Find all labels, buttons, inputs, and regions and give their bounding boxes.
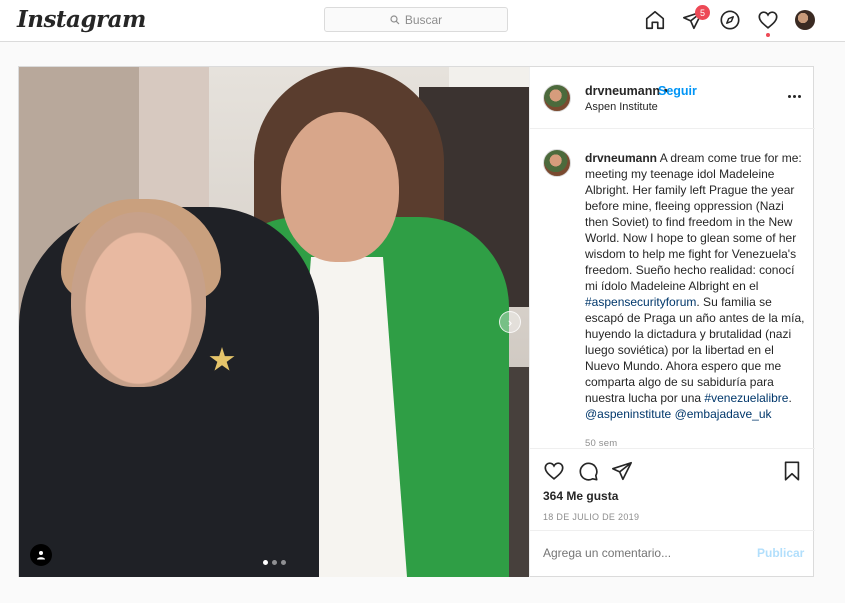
author-username-text[interactable]: drvneumann bbox=[585, 84, 660, 98]
post-card: › drvneumann • Seguir Aspen Institute dr… bbox=[18, 66, 815, 577]
comment-bubble-icon[interactable] bbox=[576, 459, 600, 483]
search-icon bbox=[390, 14, 400, 24]
comment-input[interactable] bbox=[543, 546, 743, 560]
post-header: drvneumann • Seguir Aspen Institute bbox=[530, 67, 815, 129]
photo-person bbox=[71, 212, 206, 387]
carousel-next-button[interactable]: › bbox=[499, 311, 521, 333]
notification-badge: 5 bbox=[695, 5, 710, 20]
more-options-icon[interactable] bbox=[788, 95, 801, 98]
post-date[interactable]: 18 DE JULIO DE 2019 bbox=[543, 512, 639, 522]
carousel-indicator bbox=[263, 560, 286, 565]
tagged-users-button[interactable] bbox=[30, 544, 52, 566]
profile-avatar[interactable] bbox=[795, 10, 815, 30]
like-heart-icon[interactable] bbox=[542, 459, 566, 483]
caption-section: drvneumann A dream come true for me: mee… bbox=[530, 129, 815, 447]
activity-indicator-dot bbox=[766, 33, 770, 37]
caption-text: . bbox=[788, 391, 792, 405]
post-photo[interactable]: › bbox=[19, 67, 529, 577]
carousel-dot bbox=[263, 560, 268, 565]
chevron-right-icon: › bbox=[507, 314, 513, 330]
post-sidebar: drvneumann • Seguir Aspen Institute drvn… bbox=[529, 67, 815, 577]
home-icon[interactable] bbox=[643, 8, 667, 32]
search-placeholder: Buscar bbox=[404, 12, 443, 27]
save-bookmark-icon[interactable] bbox=[780, 459, 804, 483]
instagram-logo[interactable]: Instagram bbox=[17, 6, 146, 33]
carousel-dot bbox=[272, 560, 277, 565]
author-username[interactable]: drvneumann • bbox=[585, 84, 668, 98]
dot bbox=[788, 95, 791, 98]
dot bbox=[793, 95, 796, 98]
like-count[interactable]: 364 Me gusta bbox=[543, 489, 618, 503]
post-caption: drvneumann A dream come true for me: mee… bbox=[585, 150, 805, 422]
post-location[interactable]: Aspen Institute bbox=[585, 101, 658, 113]
explore-compass-icon[interactable] bbox=[718, 8, 742, 32]
mention-link[interactable]: @embajadave_uk bbox=[675, 407, 772, 421]
author-avatar[interactable] bbox=[543, 84, 571, 112]
caption-username[interactable]: drvneumann bbox=[585, 151, 657, 165]
user-icon bbox=[37, 551, 45, 560]
caption-author-avatar[interactable] bbox=[543, 149, 571, 177]
follow-button[interactable]: Seguir bbox=[658, 84, 697, 98]
mention-link[interactable]: @aspeninstitute bbox=[585, 407, 671, 421]
dot bbox=[798, 95, 801, 98]
comment-form: Publicar bbox=[530, 530, 815, 577]
photo-person bbox=[281, 112, 399, 262]
caption-time-ago: 50 sem bbox=[585, 438, 618, 447]
top-navigation-bar: Instagram Buscar 5 bbox=[0, 0, 845, 42]
hashtag-link[interactable]: #aspensecurityforum bbox=[585, 295, 696, 309]
hashtag-link[interactable]: #venezuelalibre bbox=[704, 391, 788, 405]
activity-heart-icon[interactable] bbox=[756, 8, 780, 32]
search-input[interactable]: Buscar bbox=[324, 7, 508, 32]
post-actions: 364 Me gusta 18 DE JULIO DE 2019 bbox=[530, 448, 815, 533]
publish-comment-button[interactable]: Publicar bbox=[757, 546, 804, 560]
caption-text: . Su familia se escapó de Praga un año a… bbox=[585, 295, 805, 405]
share-paper-plane-icon[interactable] bbox=[610, 459, 634, 483]
caption-text: A dream come true for me: meeting my tee… bbox=[585, 151, 802, 293]
carousel-dot bbox=[281, 560, 286, 565]
